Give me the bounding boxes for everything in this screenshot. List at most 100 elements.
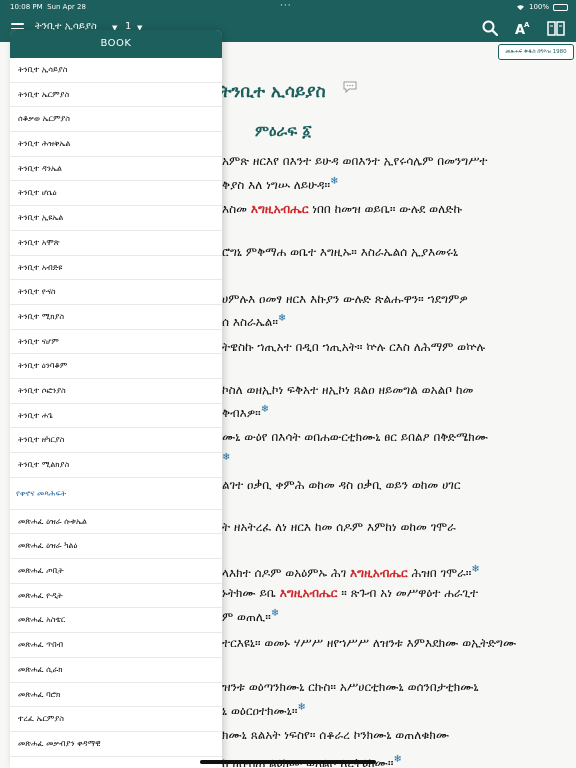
verse-marker-icon[interactable]: ❄ — [330, 176, 338, 187]
verse-text: ሮግኒ ምቅማሐ ወቤተ እግዚኡ። እስራኤልሰ ኢያእመሩኒ — [222, 245, 459, 259]
home-indicator[interactable] — [200, 760, 376, 764]
verse-text: ቅብእዎ። — [222, 406, 261, 420]
edition-badge[interactable]: መጽሐፍ ቅዱስ በግእዝ 1980 — [498, 44, 574, 60]
book-heading: ትንቢተ ኢሳይያስ — [220, 82, 326, 102]
verse-line[interactable]: ኒ ወዕርዐተክሙኒ።❄ — [222, 702, 306, 719]
verse-text: ዝንቱ ወዕጣንክሙኒ ርኩስ። አሥሀርቲክሙኒ ወሰንበታቲክሙኒ — [222, 680, 479, 694]
drawer-book-item[interactable]: መጽሐፈ ጦቢት — [10, 559, 222, 584]
drawer-book-item[interactable]: ትንቢተ ናሆም — [10, 330, 222, 355]
verse-marker-icon[interactable]: ❄ — [298, 702, 306, 713]
drawer-section-label: የቀኖና መጻሕፍት — [10, 478, 222, 510]
drawer-book-item[interactable]: ትንቢተ ሚክያስ — [10, 305, 222, 330]
verse-line[interactable]: ልገተ ዐቃቢ ቀምሕ ወከመ ዳስ ዐቃቢ ወይን ወከመ ሀገር — [222, 478, 460, 493]
verse-line[interactable]: ሙኒ ውዕየ በእሳት ወበሐውርቲክሙኒ ፀር ይበልዖ በቅድሜክሙ — [222, 430, 488, 445]
verse-text: አምጽ ዘርእየ በእንተ ይሁዳ ወበእንተ ኢየሩሳሌም በመንግሥተ — [222, 154, 488, 168]
battery-percent: 100% — [528, 3, 549, 11]
drawer-book-item[interactable]: ትንቢተ ዳንኤል — [10, 157, 222, 182]
drawer-book-item[interactable]: መጽሐፈ ጥበብ — [10, 633, 222, 658]
drawer-book-item[interactable]: ትንቢተ ኤርምያስ — [10, 83, 222, 108]
drawer-book-item[interactable]: መጽሐፈ አስቴር — [10, 608, 222, 634]
divine-name-highlight: እግዚአብሔር — [250, 202, 309, 216]
verse-text: እስመ — [222, 202, 251, 216]
verse-line[interactable]: ት ዘአትረፈ ለነ ዘርእ ከመ ሰዶም እምከነ ወከመ ገሞራ — [222, 520, 456, 535]
verse-text: ። ጽጉብ አነ መሥዋዕተ ሐራጊተ — [337, 586, 479, 600]
verse-line[interactable]: ላእክተ ሰዶም ወአዕምኡ ሕገ እግዚአብሔር ሕዝበ ገሞራ።❄ — [222, 564, 480, 581]
verse-line[interactable]: ኑትክሙ ይቤ እግዚአብሔር ። ጽጉብ አነ መሥዋዕተ ሐራጊተ — [222, 586, 478, 601]
verse-marker-icon[interactable]: ❄ — [261, 404, 269, 415]
verse-text: ት ዘአትረፈ ለነ ዘርእ ከመ ሰዶም እምከነ ወከመ ገሞራ — [222, 520, 456, 534]
verse-text: ተርእዩኒ። ወመኑ ሃሥሥ ዘየኀሥሥ ለዝንቱ እምእደክሙ ወኢትድግሙ — [222, 636, 517, 650]
drawer-book-item[interactable]: ትንቢተ ሚልክያስ — [10, 453, 222, 478]
verse-line[interactable]: ተርእዩኒ። ወመኑ ሃሥሥ ዘየኀሥሥ ለዝንቱ እምእደክሙ ወኢትድግሙ — [222, 636, 516, 651]
divine-name-highlight: እግዚአብሔር — [279, 586, 338, 600]
book-icon[interactable] — [547, 19, 565, 37]
chapter-heading: ምዕራፍ ፩ — [255, 122, 312, 140]
verse-text: ሰ እስራኤል። — [222, 315, 278, 329]
divine-name-highlight: እግዚአብሔር — [350, 566, 408, 580]
drawer-book-item[interactable]: ትንቢተ ኢዩኤል — [10, 206, 222, 231]
verse-text: ነበበ ከመዝ ወይቤ። ውሉደ ወለድኩ — [308, 202, 463, 216]
status-time: 10:08 PM Sun Apr 28 — [10, 3, 86, 11]
font-size-icon[interactable]: AA — [514, 19, 532, 37]
verse-line[interactable]: ❄ — [222, 452, 230, 468]
drawer-book-item[interactable]: ሰቆቃወ ኤርምያስ — [10, 107, 222, 133]
verse-line[interactable]: ሮግኒ ምቅማሐ ወቤተ እግዚኡ። እስራኤልሰ ኢያእመሩኒ — [222, 245, 458, 260]
drawer-book-item[interactable]: መጽሐፈ ዕዝራ ካልዕ — [10, 534, 222, 560]
svg-text:A: A — [524, 21, 530, 29]
verse-line[interactable]: ሀምሉእ ዐመፃ ዘርእ እኩያን ውሉድ ጽልሑዋን። ኀደግምዎ — [222, 292, 468, 307]
verse-marker-icon[interactable]: ❄ — [222, 452, 230, 463]
verse-text: ሕዝበ ገሞራ። — [407, 566, 472, 580]
drawer-book-item[interactable]: መጽሐፈ ዮዲት — [10, 584, 222, 609]
drawer-header: BOOK — [10, 30, 222, 58]
drawer-book-item[interactable]: መጽሐፈ ዕዝራ ሱቱኤል — [10, 510, 222, 535]
drawer-book-item[interactable]: ትንቢተ ዮናስ — [10, 280, 222, 305]
battery-icon — [553, 3, 568, 11]
verse-line[interactable]: እስመ እግዚአብሔር ነበበ ከመዝ ወይቤ። ውሉደ ወለድኩ — [222, 202, 462, 217]
verse-text: ልገተ ዐቃቢ ቀምሕ ወከመ ዳስ ዐቃቢ ወይን ወከመ ሀገር — [222, 478, 461, 492]
verse-marker-icon[interactable]: ❄ — [271, 608, 279, 619]
verse-marker-icon[interactable]: ❄ — [471, 564, 479, 575]
drawer-book-item[interactable]: ትንቢተ ሕዝቅኤል — [10, 132, 222, 157]
drawer-book-item[interactable]: ትንቢተ አብድዩ — [10, 256, 222, 281]
drawer-book-item[interactable]: መጽሐፈ መቃብያን ቀዳማዊ — [10, 732, 222, 757]
drawer-book-item[interactable]: ትንቢተ ዘካርያስ — [10, 428, 222, 453]
search-icon[interactable] — [481, 19, 499, 37]
verse-text: ላእክተ ሰዶም ወአዕምኡ ሕገ — [222, 566, 351, 580]
drawer-book-item[interactable]: መጽሐፈ ሲራክ — [10, 658, 222, 683]
status-bar: 10:08 PM Sun Apr 28 ··· 100% — [0, 0, 576, 14]
drawer-book-item[interactable]: ተረፈ ኤርምያስ — [10, 707, 222, 732]
verse-text: ኮስለ ወዘኢኮነ ፍቅአተ ዘኢኮነ ጸልዐ ዘይመግል ወአልቦ ከመ — [222, 383, 474, 397]
verse-marker-icon[interactable]: ❄ — [394, 754, 402, 765]
verse-text: ሀምሉእ ዐመፃ ዘርእ እኩያን ውሉድ ጽልሑዋን። ኀደግምዎ — [222, 292, 468, 306]
verse-marker-icon[interactable]: ❄ — [278, 313, 286, 324]
drawer-book-item[interactable]: ትንቢተ ሆሴዕ — [10, 181, 222, 207]
drawer-book-item[interactable]: ትንቢተ ዕንባቆም — [10, 354, 222, 379]
verse-line[interactable]: ትዌስኩ ኀጢአተ በዲበ ኀጢአት። ኵሉ ርእስ ለሕማም ወኵሉ — [222, 340, 485, 355]
verse-line[interactable]: ሰ እስራኤል።❄ — [222, 313, 286, 330]
verse-text: ም ወጠሊ። — [222, 610, 271, 624]
wifi-icon — [516, 4, 524, 10]
verse-line[interactable]: ም ወጠሊ።❄ — [222, 608, 279, 625]
drawer-book-item[interactable]: መጽሐፈ ባሮክ — [10, 683, 222, 708]
drawer-book-item[interactable]: ትንቢተ ሐጌ — [10, 404, 222, 429]
verse-text: ክሙኒ ጸልአት ነፍስየ። ሰቆራረ ኮንክሙኒ ወጠለቁክሙ — [222, 728, 450, 742]
verse-line[interactable]: ኮስለ ወዘኢኮነ ፍቅአተ ዘኢኮነ ጸልዐ ዘይመግል ወአልቦ ከመ — [222, 383, 473, 398]
drawer-book-item[interactable]: ትንቢተ ኢሳይያስ — [10, 58, 222, 83]
verse-line[interactable]: ክሙኒ ጸልአት ነፍስየ። ሰቆራረ ኮንክሙኒ ወጠለቁክሙ — [222, 728, 449, 743]
verse-text: ትዌስኩ ኀጢአተ በዲበ ኀጢአት። ኵሉ ርእስ ለሕማም ወኵሉ — [222, 340, 486, 354]
drawer-book-item[interactable]: ትንቢተ አሞጽ — [10, 231, 222, 256]
verse-text: ኒ ወዕርዐተክሙኒ። — [222, 704, 298, 718]
drawer-book-list-deuterocanonical: መጽሐፈ ዕዝራ ሱቱኤል መጽሐፈ ዕዝራ ካልዕ መጽሐፈ ጦቢት መጽሐፈ ዮዲ… — [10, 510, 222, 757]
drawer-book-item[interactable]: ትንቢተ ሶፎንያስ — [10, 379, 222, 404]
verse-text: ሙኒ ውዕየ በእሳት ወበሐውርቲክሙኒ ፀር ይበልዖ በቅድሜክሙ — [222, 430, 489, 444]
verse-line[interactable]: ዝንቱ ወዕጣንክሙኒ ርኩስ። አሥሀርቲክሙኒ ወሰንበታቲክሙኒ — [222, 680, 479, 695]
status-right: 100% — [516, 3, 568, 11]
comment-icon[interactable] — [343, 81, 357, 93]
verse-line[interactable]: ቅብእዎ።❄ — [222, 404, 269, 421]
book-drawer: BOOK ትንቢተ ኢሳይያስ ትንቢተ ኤርምያስ ሰቆቃወ ኤርምያስ ትንቢተ … — [10, 30, 222, 768]
verse-line[interactable]: ቅያስ እለ ነግሡ ለይሁዳ።❄ — [222, 176, 339, 193]
drawer-book-list: ትንቢተ ኢሳይያስ ትንቢተ ኤርምያስ ሰቆቃወ ኤርምያስ ትንቢተ ሕዝቅኤል… — [10, 58, 222, 478]
verse-text: ቅያስ እለ ነግሡ ለይሁዳ። — [222, 178, 331, 192]
verse-line[interactable]: አምጽ ዘርእየ በእንተ ይሁዳ ወበእንተ ኢየሩሳሌም በመንግሥተ — [222, 154, 487, 169]
multitasking-dots-icon[interactable]: ··· — [280, 1, 292, 11]
